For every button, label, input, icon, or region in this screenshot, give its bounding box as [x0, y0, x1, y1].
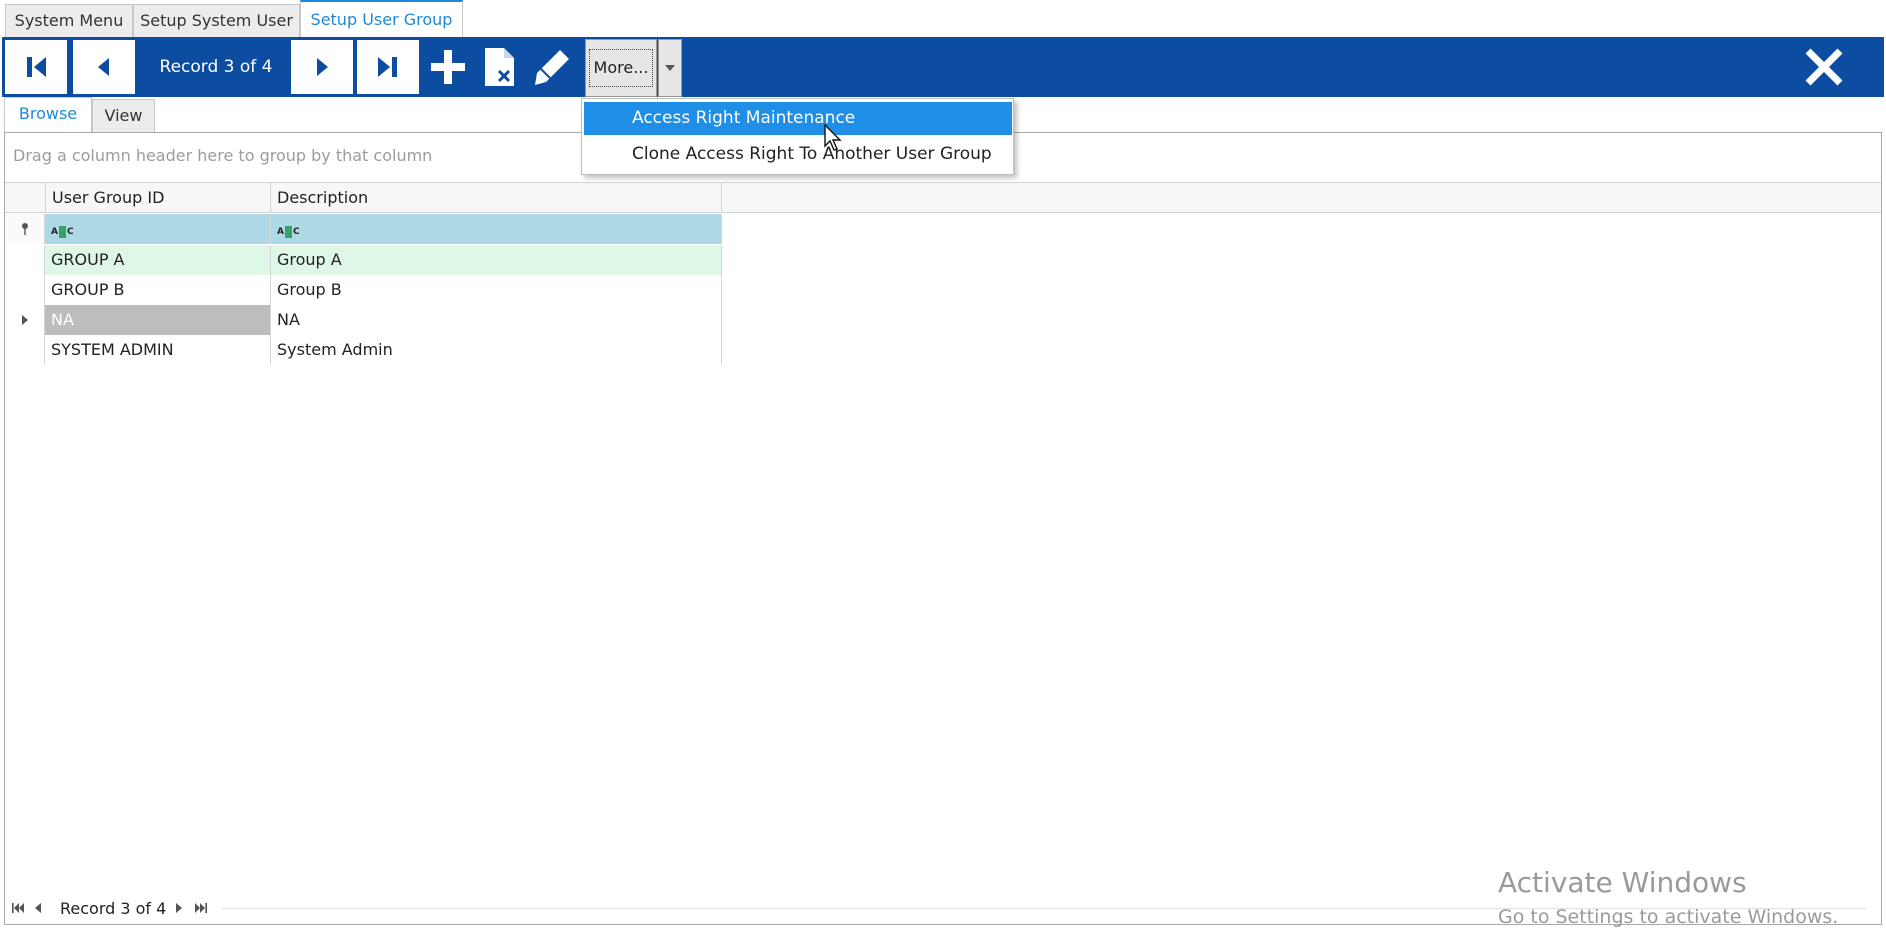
first-record-icon	[27, 57, 46, 77]
nav-last-button[interactable]	[193, 899, 209, 919]
cell-user-group-id[interactable]: GROUP A	[45, 245, 271, 275]
edit-pencil-icon	[535, 50, 569, 85]
previous-record-icon	[35, 903, 41, 913]
edit-button[interactable]	[530, 45, 574, 89]
activation-watermark-title: Activate Windows	[1498, 866, 1747, 899]
text-filter-icon: AC	[51, 226, 74, 238]
record-toolbar: Record 3 of 4 More...	[2, 37, 1884, 97]
cell-user-group-id[interactable]: NA	[45, 305, 271, 335]
add-icon	[431, 50, 465, 84]
nav-record-label: Record 3 of 4	[60, 899, 167, 918]
table-row[interactable]: SYSTEM ADMIN System Admin	[5, 335, 722, 365]
next-record-button[interactable]	[290, 39, 354, 95]
cell-user-group-id[interactable]: SYSTEM ADMIN	[45, 335, 271, 365]
tab-setup-user-group[interactable]: Setup User Group	[300, 0, 463, 37]
menu-item-access-right-maintenance[interactable]: Access Right Maintenance	[584, 102, 1012, 135]
nav-next-button[interactable]	[171, 899, 187, 919]
table-row-current[interactable]: NA NA	[5, 305, 722, 335]
more-dropdown-button[interactable]	[658, 39, 682, 97]
first-record-button[interactable]	[4, 39, 68, 95]
filter-cell-user-group-id[interactable]: AC	[45, 214, 271, 244]
filter-cell-description[interactable]: AC	[271, 214, 722, 244]
column-header-description[interactable]: Description	[271, 183, 722, 212]
last-record-icon	[378, 57, 397, 77]
more-dropdown-menu: Access Right Maintenance Clone Access Ri…	[581, 98, 1014, 175]
menu-item-clone-access-right[interactable]: Clone Access Right To Another User Group	[584, 138, 1012, 171]
next-record-icon	[176, 903, 182, 913]
tab-view[interactable]: View	[92, 99, 155, 132]
table-row[interactable]: GROUP B Group B	[5, 275, 722, 305]
document-tab-strip: System Menu Setup System User Setup User…	[0, 0, 1886, 37]
row-indicator	[5, 335, 45, 365]
row-indicator	[5, 245, 45, 275]
dropdown-arrow-icon	[665, 65, 675, 71]
cell-user-group-id[interactable]: GROUP B	[45, 275, 271, 305]
delete-document-icon	[485, 48, 514, 86]
row-indicator-header	[5, 183, 46, 212]
row-indicator	[5, 305, 45, 335]
delete-button[interactable]	[479, 45, 523, 89]
activation-watermark-subtitle: Go to Settings to activate Windows.	[1498, 906, 1839, 928]
tab-system-menu[interactable]: System Menu	[5, 4, 133, 37]
first-record-icon	[12, 903, 24, 913]
auto-filter-row: AC AC	[5, 214, 722, 244]
more-button[interactable]: More...	[585, 39, 657, 97]
filter-pin-icon	[21, 223, 28, 235]
column-header-user-group-id[interactable]: User Group ID	[46, 183, 271, 212]
close-form-button[interactable]	[1800, 43, 1848, 91]
row-indicator	[5, 275, 45, 305]
close-icon	[1805, 48, 1843, 86]
text-filter-icon: AC	[277, 226, 300, 238]
grid-header-row: User Group ID Description	[5, 182, 1881, 213]
mouse-pointer-icon	[824, 124, 842, 151]
nav-previous-button[interactable]	[30, 899, 46, 919]
cell-description[interactable]: NA	[271, 305, 722, 335]
tab-setup-system-user[interactable]: Setup System User	[133, 4, 300, 37]
previous-record-button[interactable]	[72, 39, 136, 95]
nav-first-button[interactable]	[10, 899, 26, 919]
next-record-icon	[317, 58, 328, 76]
last-record-button[interactable]	[356, 39, 420, 95]
cell-description[interactable]: Group A	[271, 245, 722, 275]
cell-description[interactable]: Group B	[271, 275, 722, 305]
table-row[interactable]: GROUP A Group A	[5, 245, 722, 275]
last-record-icon	[195, 903, 207, 913]
filter-row-indicator	[5, 214, 45, 244]
cell-description[interactable]: System Admin	[271, 335, 722, 365]
current-row-arrow-icon	[21, 315, 28, 325]
add-button[interactable]	[426, 45, 470, 89]
tab-browse[interactable]: Browse	[4, 97, 92, 133]
more-button-label: More...	[588, 49, 654, 87]
previous-record-icon	[98, 58, 109, 76]
browse-panel: Drag a column header here to group by th…	[4, 132, 1882, 925]
record-position-label: Record 3 of 4	[159, 57, 273, 77]
